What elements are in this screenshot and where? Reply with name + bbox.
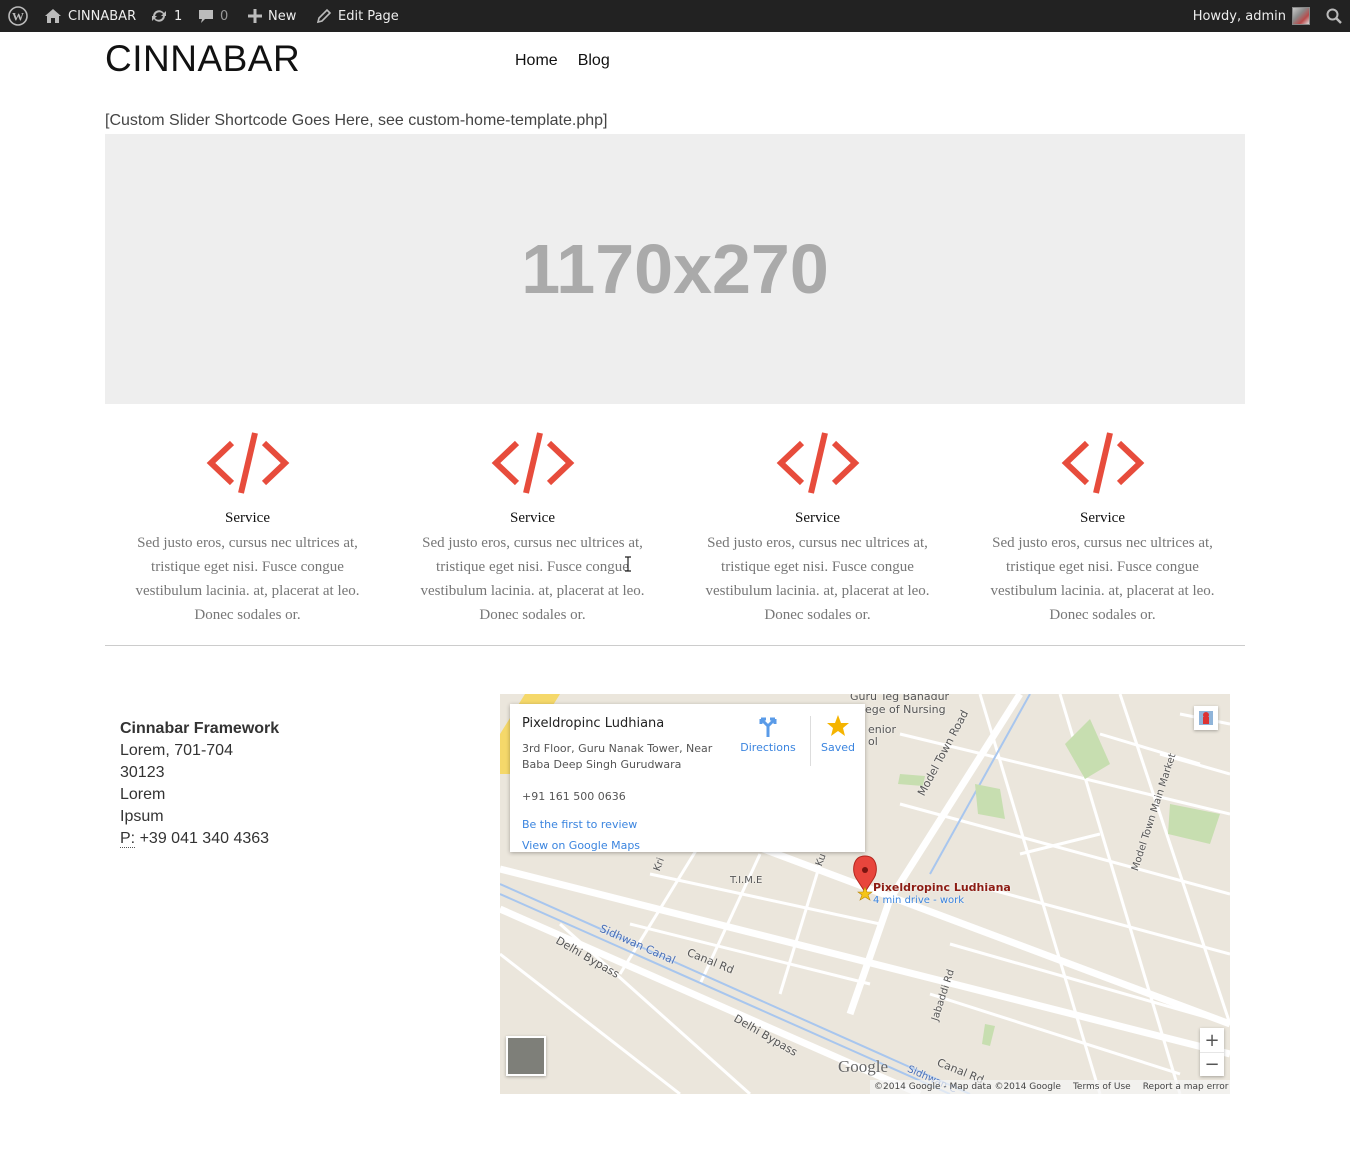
directions-button[interactable]: Directions xyxy=(738,714,798,754)
service-title: Service xyxy=(795,510,840,526)
review-link[interactable]: Be the first to review xyxy=(522,818,637,831)
zoom-in-button[interactable]: + xyxy=(1200,1028,1224,1052)
search-icon xyxy=(1326,8,1342,24)
code-icon xyxy=(491,432,574,494)
comments-count: 0 xyxy=(220,8,229,24)
place-address: 3rd Floor, Guru Nanak Tower, Near Baba D… xyxy=(522,742,713,771)
contact-phone-line: P: +39 041 340 4363 xyxy=(120,828,279,850)
howdy-text: Howdy, admin xyxy=(1192,8,1286,24)
code-icon xyxy=(1061,432,1144,494)
admin-comments-link[interactable]: 0 xyxy=(198,0,228,32)
directions-label: Directions xyxy=(740,741,796,754)
home-icon xyxy=(45,9,61,23)
admin-bar: W CINNABAR 1 0 New Edit Page Howdy, admi… xyxy=(0,0,1350,32)
code-icon xyxy=(206,432,289,494)
terms-link[interactable]: Terms of Use xyxy=(1073,1082,1131,1092)
service-title: Service xyxy=(510,510,555,526)
contact-address: Cinnabar Framework Lorem, 701-704 30123 … xyxy=(120,718,279,850)
admin-new-label: New xyxy=(268,8,297,24)
admin-search-button[interactable] xyxy=(1326,0,1342,32)
service-text: Sed justo eros, cursus nec ultrices at, … xyxy=(990,535,1215,623)
code-icon xyxy=(776,432,859,494)
admin-site-name: CINNABAR xyxy=(68,8,137,24)
admin-new-link[interactable]: New xyxy=(248,0,296,32)
place-title: Pixeldropinc Ludhiana xyxy=(522,716,665,731)
service-item: Service Sed justo eros, cursus nec ultri… xyxy=(105,430,390,627)
contact-phone: +39 041 340 4363 xyxy=(139,830,270,847)
zoom-control: + − xyxy=(1200,1028,1224,1076)
map-attribution: ©2014 Google - Map data ©2014 Google Ter… xyxy=(870,1080,1230,1094)
zoom-out-button[interactable]: − xyxy=(1200,1052,1224,1076)
admin-account-menu[interactable]: Howdy, admin xyxy=(1193,0,1310,32)
place-phone: +91 161 500 0636 xyxy=(522,790,626,803)
saved-label: Saved xyxy=(821,741,855,754)
view-on-google-maps-link[interactable]: View on Google Maps xyxy=(522,839,640,852)
nav-item-home[interactable]: Home xyxy=(515,52,558,70)
google-logo: Google xyxy=(838,1057,889,1076)
map-label-time: T.I.M.E xyxy=(730,875,763,886)
slider-placeholder-image: 1170x270 xyxy=(105,134,1245,404)
avatar xyxy=(1292,7,1310,25)
map-label-guru: Guru Teg Bahadur xyxy=(850,694,950,703)
nav-item-blog[interactable]: Blog xyxy=(578,52,610,70)
contact-name: Cinnabar Framework xyxy=(120,720,280,737)
contact-line: 30123 xyxy=(120,764,165,781)
section-divider xyxy=(105,645,1245,646)
map-pin-label[interactable]: Pixeldropinc Ludhiana xyxy=(873,881,1011,894)
pencil-icon xyxy=(316,8,332,24)
text-cursor-icon xyxy=(625,556,631,572)
service-item: Service Sed justo eros, cursus nec ultri… xyxy=(390,430,675,627)
plus-icon xyxy=(248,9,262,23)
updates-icon xyxy=(152,10,166,22)
service-item: Service Sed justo eros, cursus nec ultri… xyxy=(675,430,960,627)
map-info-window: Pixeldropinc Ludhiana 3rd Floor, Guru Na… xyxy=(510,704,865,852)
service-title: Service xyxy=(1080,510,1125,526)
site-title[interactable]: CINNABAR xyxy=(105,38,300,80)
map-pin-sublabel[interactable]: 4 min drive - work xyxy=(873,895,964,906)
service-item: Service Sed justo eros, cursus nec ultri… xyxy=(960,430,1245,627)
placeholder-size-text: 1170x270 xyxy=(521,230,829,308)
admin-edit-page-link[interactable]: Edit Page xyxy=(316,0,399,32)
admin-updates-link[interactable]: 1 xyxy=(150,0,182,32)
service-text: Sed justo eros, cursus nec ultrices at, … xyxy=(705,535,930,623)
admin-edit-label: Edit Page xyxy=(338,8,399,24)
wordpress-logo-icon[interactable]: W xyxy=(8,0,28,32)
map-label-nursing: ege of Nursing xyxy=(865,703,946,716)
contact-line: Lorem, 701-704 xyxy=(120,742,233,759)
comment-icon xyxy=(199,10,213,23)
updates-count: 1 xyxy=(174,8,183,24)
info-window-divider xyxy=(810,716,811,766)
services-row: Service Sed justo eros, cursus nec ultri… xyxy=(105,430,1245,627)
slider-note: [Custom Slider Shortcode Goes Here, see … xyxy=(105,112,608,129)
phone-abbr: P: xyxy=(120,830,136,848)
attribution-text: ©2014 Google - Map data ©2014 Google xyxy=(874,1082,1061,1092)
map-label-ol: ol xyxy=(868,735,878,748)
directions-icon xyxy=(759,717,777,737)
service-text: Sed justo eros, cursus nec ultrices at, … xyxy=(420,535,645,623)
admin-site-link[interactable]: CINNABAR xyxy=(44,0,136,32)
main-nav: Home Blog xyxy=(515,52,610,70)
saved-button[interactable]: Saved xyxy=(818,714,858,754)
svg-text:W: W xyxy=(12,10,24,24)
star-icon xyxy=(827,715,849,736)
service-text: Sed justo eros, cursus nec ultrices at, … xyxy=(135,535,360,623)
street-view-pegman-icon[interactable] xyxy=(1194,706,1218,730)
satellite-toggle[interactable] xyxy=(506,1036,546,1076)
contact-line: Lorem xyxy=(120,786,166,803)
report-error-link[interactable]: Report a map error xyxy=(1143,1082,1229,1092)
service-title: Service xyxy=(225,510,270,526)
google-map[interactable]: Guru Teg Bahadur ege of Nursing enior ol… xyxy=(500,694,1230,1094)
contact-line: Ipsum xyxy=(120,808,164,825)
